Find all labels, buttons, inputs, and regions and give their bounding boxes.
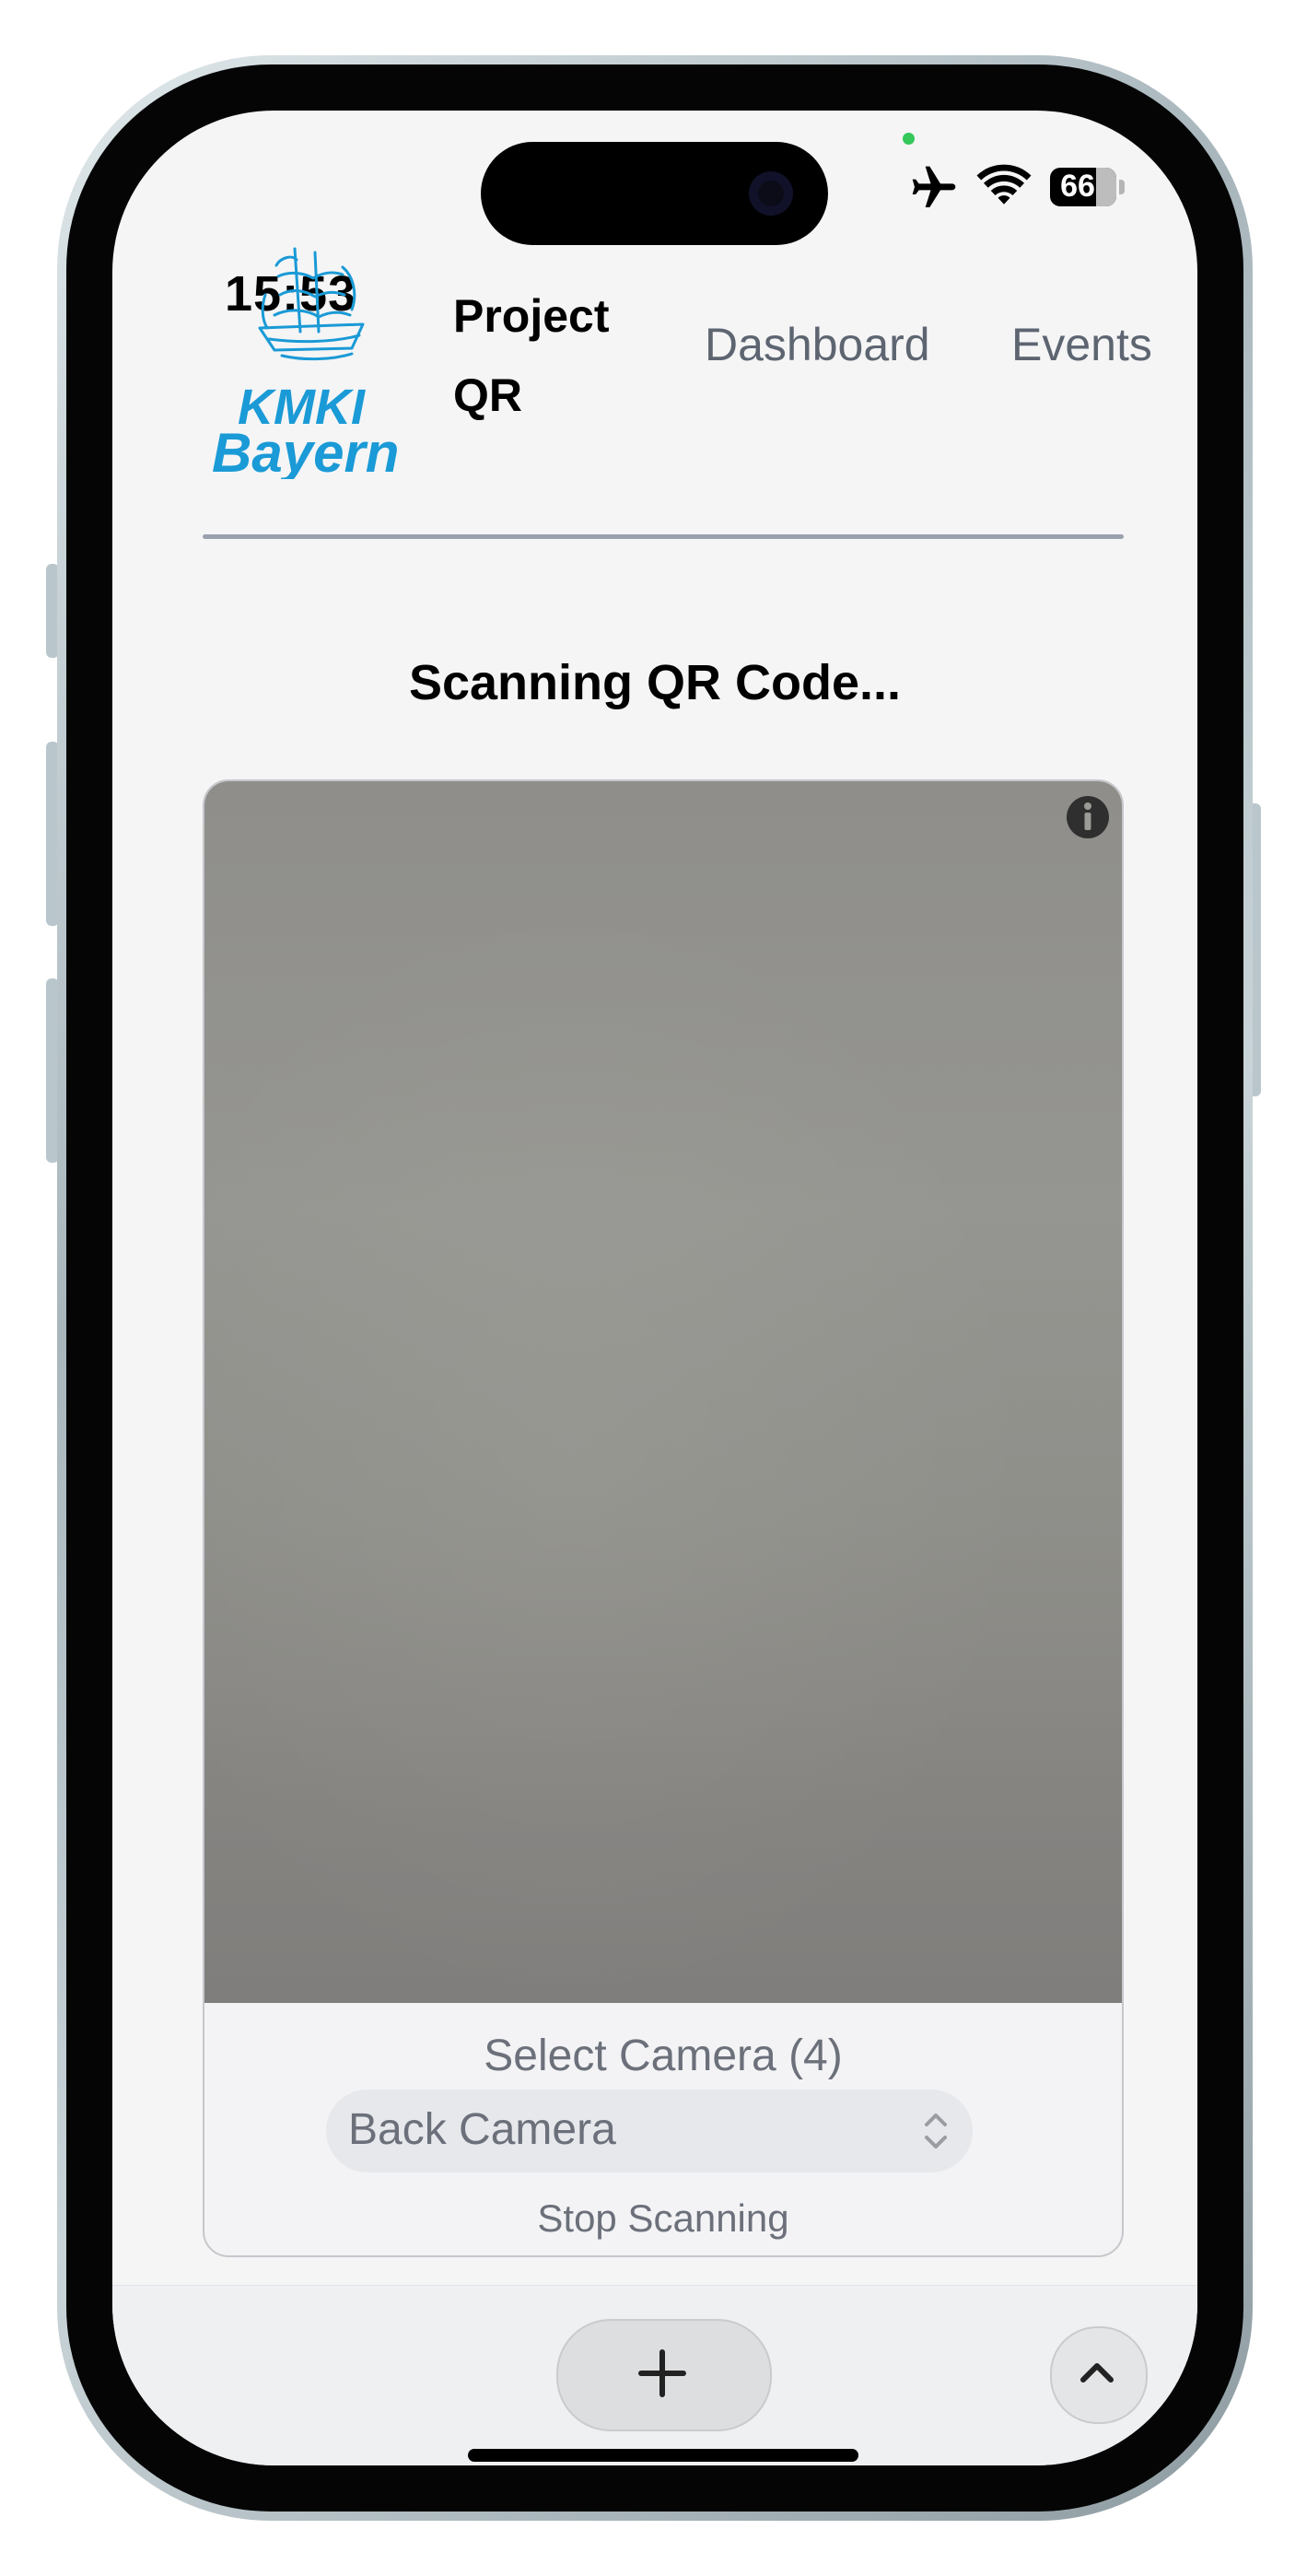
stop-scanning-button[interactable]: Stop Scanning: [204, 2196, 1122, 2241]
dynamic-island: [481, 142, 828, 245]
wifi-icon: [976, 164, 1032, 205]
header-divider: [203, 534, 1124, 539]
chevron-up-down-icon: [925, 2113, 947, 2149]
airplane-icon: [912, 166, 956, 207]
camera-select-value: Back Camera: [348, 2105, 616, 2154]
brand-title[interactable]: Project QR: [453, 276, 656, 435]
camera-preview: [204, 781, 1122, 2003]
kmki-bayern-logo[interactable]: KMKI Bayern: [204, 240, 405, 479]
new-tab-button[interactable]: [556, 2319, 772, 2431]
qr-scanner-card: Select Camera (4) Back Camera Stop Scann…: [203, 779, 1124, 2257]
plus-icon: [638, 2349, 686, 2397]
select-camera-label: Select Camera (4): [484, 2032, 843, 2080]
camera-in-use-indicator: [903, 133, 915, 145]
svg-text:Bayern: Bayern: [212, 422, 399, 479]
battery-icon: 66: [1050, 168, 1116, 206]
home-indicator[interactable]: [468, 2449, 858, 2462]
nav-dashboard[interactable]: Dashboard: [705, 318, 930, 371]
phone-screen: 15:53 66 KMKI Bayern Project QR Dashboar…: [112, 111, 1197, 2465]
scanning-title: Scanning QR Code...: [408, 655, 902, 710]
battery-level: 66: [1060, 169, 1095, 204]
front-camera: [749, 171, 793, 216]
info-icon[interactable]: [1065, 794, 1111, 840]
nav-events[interactable]: Events: [1011, 318, 1152, 371]
expand-toolbar-button[interactable]: [1050, 2326, 1148, 2424]
camera-select[interactable]: Back Camera: [326, 2090, 973, 2172]
browser-bottom-bar: [112, 2285, 1197, 2465]
chevron-up-icon: [1080, 2363, 1114, 2383]
battery-tip: [1119, 180, 1125, 194]
